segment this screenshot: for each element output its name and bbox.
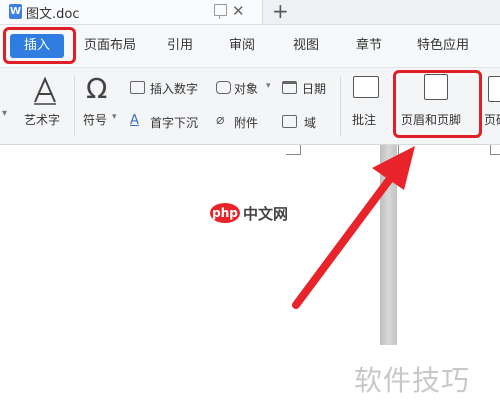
symbol-dropdown-icon[interactable]: ▾	[112, 112, 117, 122]
paperclip-icon: ⌀	[216, 112, 225, 128]
watermark-bottom-text: 软件技巧	[354, 364, 471, 397]
date-label: 日期	[302, 82, 327, 96]
object-icon	[216, 81, 231, 94]
calendar-icon	[282, 81, 297, 94]
tab-view[interactable]: 视图	[286, 25, 326, 67]
tab-special-apps[interactable]: 特色应用	[410, 25, 476, 67]
wordart-icon	[34, 76, 56, 105]
insert-number-label: 插入数字	[150, 82, 199, 96]
drop-cap-label: 首字下沉	[150, 116, 199, 130]
pin-icon[interactable]	[214, 4, 227, 19]
margin-marker	[398, 145, 413, 155]
date-button[interactable]: 日期	[280, 78, 336, 98]
insert-number-icon	[130, 81, 145, 94]
field-button[interactable]: 域	[280, 112, 336, 132]
tab-chapter[interactable]: 章节	[349, 25, 389, 67]
attachment-button[interactable]: ⌀ 附件	[214, 112, 276, 132]
wordart-label: 艺术字	[24, 113, 61, 127]
field-icon	[282, 115, 297, 128]
symbol-label: 符号	[83, 113, 108, 127]
dropdown-arrow-icon[interactable]: ▾	[2, 108, 7, 119]
tab-review[interactable]: 审阅	[222, 25, 262, 67]
comment-button[interactable]: 批注	[346, 74, 386, 138]
object-dropdown-icon[interactable]: ▾	[266, 81, 271, 91]
tab-references[interactable]: 引用	[160, 25, 200, 67]
margin-marker	[490, 145, 500, 155]
document-tab[interactable]: W 图文.doc ✕	[0, 0, 263, 24]
ribbon-divider	[74, 76, 75, 136]
symbol-button[interactable]: Ω 符号 ▾	[80, 72, 124, 138]
insert-tab-highlight	[3, 27, 76, 64]
document-canvas[interactable]: php 中文网 软件技巧	[0, 145, 500, 418]
field-label: 域	[304, 116, 317, 130]
page-number-icon	[488, 76, 500, 102]
watermark-site-text: 中文网	[243, 205, 289, 223]
tab-page-layout[interactable]: 页面布局	[80, 25, 140, 67]
title-bar: W 图文.doc ✕ +	[0, 0, 500, 25]
new-tab-icon[interactable]: +	[272, 0, 289, 23]
attachment-label: 附件	[234, 116, 259, 130]
comment-icon	[353, 76, 379, 98]
page-number-label: 页码	[484, 113, 500, 127]
word-doc-icon: W	[9, 4, 22, 19]
object-button[interactable]: 对象 ▾	[214, 78, 276, 98]
wordart-button[interactable]: 艺术字	[22, 74, 68, 138]
omega-icon: Ω	[86, 72, 108, 105]
ribbon-divider	[340, 76, 341, 136]
insert-number-button[interactable]: 插入数字	[128, 78, 210, 98]
page-gutter	[380, 145, 397, 345]
object-label: 对象	[234, 82, 259, 96]
comment-label: 批注	[352, 113, 377, 127]
header-footer-highlight	[393, 70, 482, 138]
margin-marker	[286, 145, 301, 155]
drop-cap-icon: A	[130, 113, 139, 128]
page-number-button[interactable]: 页码	[484, 74, 500, 138]
close-tab-icon[interactable]: ✕	[232, 2, 245, 20]
php-logo: php	[210, 203, 240, 223]
drop-cap-button[interactable]: A 首字下沉	[128, 112, 210, 132]
document-title: 图文.doc	[26, 7, 80, 22]
